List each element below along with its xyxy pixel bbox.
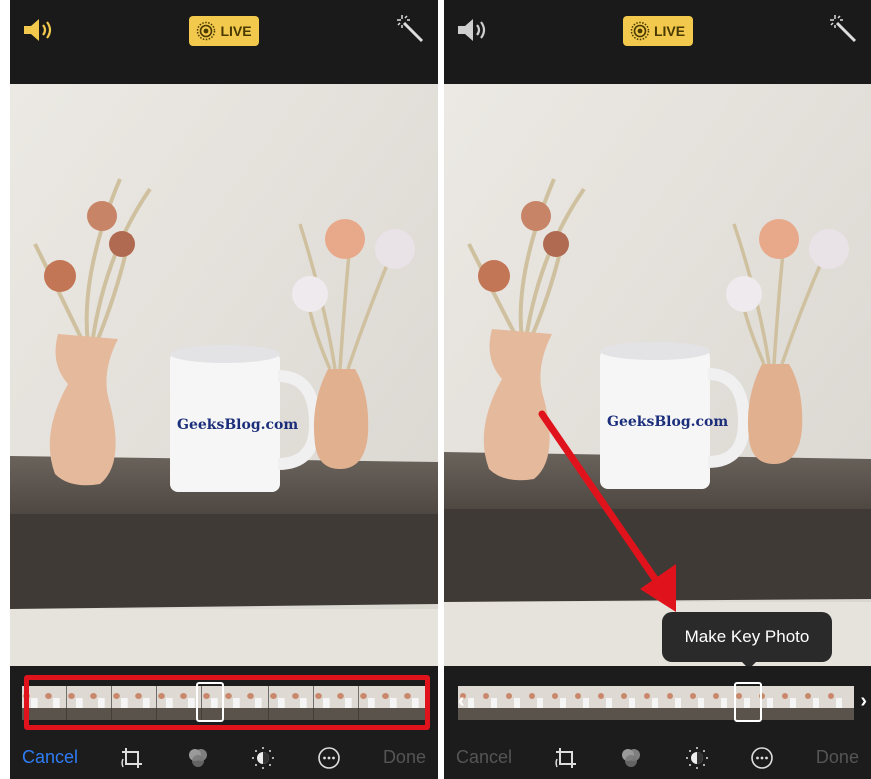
speaker-icon[interactable] (22, 17, 58, 43)
adjust-icon[interactable] (685, 746, 709, 770)
photo-preview: GeeksBlog.com (444, 84, 871, 666)
crop-icon[interactable] (554, 746, 578, 770)
live-icon (630, 21, 650, 41)
edit-screen-right: LIVE GeeksBlog.com Make Key Photo ‹ › Ca… (444, 0, 871, 779)
live-label: LIVE (220, 23, 252, 39)
make-key-photo-tooltip[interactable]: Make Key Photo (662, 612, 832, 662)
live-photo-scrubber[interactable] (444, 666, 871, 736)
photo-preview: GeeksBlog.com (10, 84, 438, 666)
live-label: LIVE (653, 23, 686, 39)
magic-wand-icon[interactable] (829, 14, 859, 44)
live-toggle[interactable]: LIVE (189, 16, 259, 46)
edit-screen-left: LIVE GeeksBlog.com Cancel Done (10, 0, 438, 779)
adjust-icon[interactable] (251, 746, 275, 770)
top-bar: LIVE (10, 0, 438, 84)
svg-text:GeeksBlog.com: GeeksBlog.com (607, 414, 728, 430)
edit-toolbar: Cancel Done (444, 736, 871, 779)
magic-wand-icon[interactable] (396, 14, 426, 44)
done-button[interactable]: Done (383, 747, 426, 768)
cancel-button[interactable]: Cancel (456, 747, 512, 768)
live-toggle[interactable]: LIVE (622, 16, 693, 46)
crop-icon[interactable] (120, 746, 144, 770)
cancel-button[interactable]: Cancel (22, 747, 78, 768)
frame-strip[interactable] (458, 686, 854, 720)
highlight-box (24, 675, 430, 730)
speaker-icon[interactable] (456, 17, 492, 43)
more-icon[interactable] (317, 746, 341, 770)
more-icon[interactable] (750, 746, 774, 770)
trim-handle-left-icon[interactable]: ‹ (458, 690, 465, 713)
live-icon (197, 21, 216, 41)
edit-toolbar: Cancel Done (10, 736, 438, 779)
done-button[interactable]: Done (816, 747, 859, 768)
live-photo-scrubber[interactable] (10, 666, 438, 736)
svg-text:GeeksBlog.com: GeeksBlog.com (177, 417, 298, 433)
key-frame-selector[interactable] (734, 682, 762, 722)
trim-handle-right-icon[interactable]: › (860, 690, 867, 713)
filters-icon[interactable] (186, 746, 210, 770)
filters-icon[interactable] (619, 746, 643, 770)
top-bar: LIVE (444, 0, 871, 84)
